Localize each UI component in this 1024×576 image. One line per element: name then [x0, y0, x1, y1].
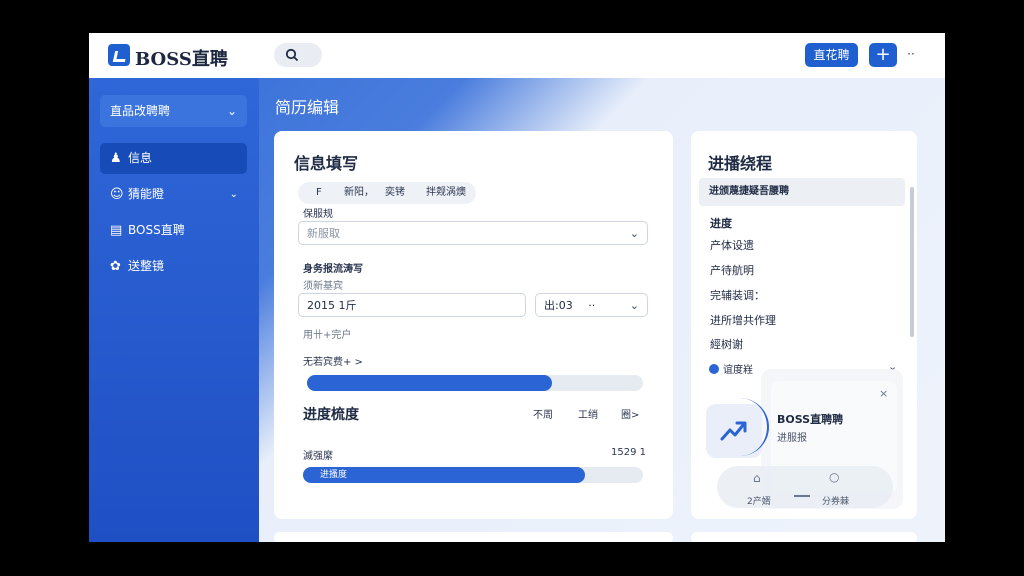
progress-track: [307, 375, 643, 391]
user-icon: ♟: [110, 151, 122, 166]
form-title: 信息填写: [294, 154, 359, 173]
popup-tab-label[interactable]: 2产婿: [747, 494, 771, 507]
list-item[interactable]: 經树谢: [710, 336, 743, 352]
list-item[interactable]: 进所增共作理: [710, 312, 776, 328]
close-icon[interactable]: ×: [879, 387, 888, 400]
progress-select[interactable]: 谊度嵀: [709, 361, 753, 376]
more-menu-button[interactable]: ··: [901, 43, 921, 67]
row-label: 滅强縻: [303, 451, 333, 462]
section-sublabel: 须新基宾: [303, 281, 343, 292]
sidebar-item-label: 送整镜: [128, 259, 165, 273]
divider: [794, 495, 810, 497]
chevron-down-icon: ⌄: [629, 299, 639, 312]
progress-header[interactable]: 进颁蔑捷疑吾腰聘: [699, 178, 905, 206]
select-label: 谊度嵀: [723, 365, 753, 376]
sidebar-item-info[interactable]: ♟ 信息: [100, 143, 247, 174]
search-button[interactable]: [274, 43, 322, 67]
window-frame: BOSS直聘 直花聘 + ·· 直品改聘聘 ⌄ ♟ 信息 ☺ 猜能瞪 ⌄ ▤ B…: [89, 33, 945, 542]
brand-name[interactable]: BOSS直聘: [135, 45, 228, 71]
brand-logo-icon[interactable]: [108, 44, 130, 66]
smiley-icon: ☺: [110, 187, 124, 202]
time-select[interactable]: 出:03 ·· ⌄: [535, 293, 648, 317]
time-value: 出:03: [544, 299, 573, 312]
time-suffix: ··: [588, 299, 596, 312]
section-title: 进度梳度: [303, 407, 359, 423]
section-label: 身务报流涛写: [303, 264, 363, 275]
popup-tab-label[interactable]: 分券棘: [822, 494, 849, 507]
profile-icon[interactable]: ○: [829, 470, 839, 484]
add-link[interactable]: 无若宾费+ >: [303, 353, 363, 368]
page-title: 简历编辑: [275, 98, 340, 117]
chip-tab[interactable]: 奕铐: [385, 182, 405, 204]
bottom-card: [691, 532, 917, 542]
add-button[interactable]: +: [869, 43, 897, 67]
list-item[interactable]: 完辅装调：: [710, 287, 765, 303]
field-label: 保服规: [303, 209, 333, 220]
chevron-down-icon: ⌄: [226, 104, 237, 118]
chip-tab[interactable]: 拌觌涡燠: [426, 182, 466, 204]
top-bar: BOSS直聘 直花聘 + ··: [89, 33, 945, 78]
hint-text: 用卄+完户: [303, 330, 352, 341]
progress-fill: [307, 375, 553, 391]
select-placeholder: 新服取: [307, 227, 340, 240]
globe-icon: [709, 364, 719, 374]
home-icon[interactable]: ⌂: [753, 471, 761, 485]
year-input[interactable]: 2015 1斤: [298, 293, 526, 317]
progress-fill: 进搔度: [303, 467, 586, 483]
progress-track: 进搔度: [303, 467, 643, 483]
sidebar: 直品改聘聘 ⌄ ♟ 信息 ☺ 猜能瞪 ⌄ ▤ BOSS直聘 ✿ 送整镜: [89, 78, 259, 542]
chevron-down-icon: ⌄: [229, 189, 238, 200]
tab-option[interactable]: 不周: [533, 406, 553, 421]
popup-tab-bar: [717, 466, 893, 508]
popup-subtitle: 进服报: [777, 433, 807, 444]
header-action-button[interactable]: 直花聘: [805, 43, 858, 67]
chevron-down-icon: ⌄: [629, 227, 639, 240]
list-item[interactable]: 产待航明: [710, 262, 754, 278]
popup-title: BOSS直聘聘: [777, 413, 844, 426]
settings-icon: ✿: [110, 259, 121, 274]
progress-title: 进播绕程: [708, 154, 773, 173]
list-item[interactable]: 进度: [710, 215, 732, 231]
document-icon: ▤: [110, 223, 123, 238]
bottom-card: [274, 532, 673, 542]
row-value: 1529 1: [611, 447, 646, 458]
progress-label: 进搔度: [320, 470, 348, 480]
select-field[interactable]: 新服取 ⌄: [298, 221, 648, 245]
sidebar-item-skills[interactable]: ☺ 猜能瞪 ⌄: [100, 179, 247, 210]
sidebar-item-settings[interactable]: ✿ 送整镜: [100, 251, 247, 282]
chip-tab[interactable]: 新阳，: [344, 182, 374, 204]
sidebar-selector-label: 直品改聘聘: [110, 104, 171, 118]
sidebar-item-label: BOSS直聘: [128, 223, 185, 237]
sidebar-item-label: 猜能瞪: [128, 187, 165, 201]
sidebar-item-boss[interactable]: ▤ BOSS直聘: [100, 215, 247, 246]
tab-option[interactable]: 工绡: [578, 406, 598, 421]
form-tab-chips: F 新阳， 奕铐 拌觌涡燠: [298, 182, 476, 204]
tab-option[interactable]: 圈>: [621, 406, 639, 421]
list-item[interactable]: 产体设遗: [710, 237, 754, 253]
scrollbar[interactable]: [910, 187, 914, 337]
chip-tab[interactable]: F: [316, 182, 322, 204]
search-icon: [285, 48, 299, 62]
sidebar-selector[interactable]: 直品改聘聘 ⌄: [100, 95, 247, 127]
sidebar-item-label: 信息: [128, 151, 153, 165]
